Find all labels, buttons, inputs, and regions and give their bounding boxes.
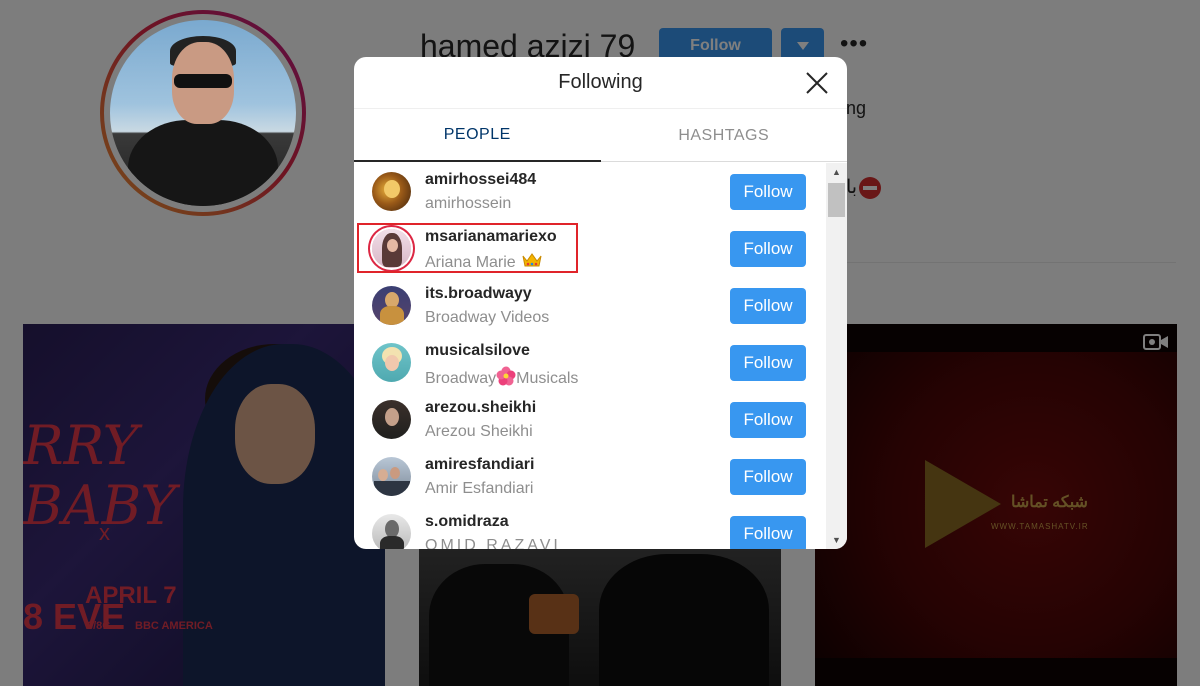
full-name-part-1: Broadway: [425, 370, 497, 387]
scroll-down-arrow-icon[interactable]: ▼: [826, 533, 847, 547]
profile-avatar[interactable]: [110, 20, 296, 206]
following-row[interactable]: msarianamariexo Ariana Marie Follow: [354, 220, 826, 277]
scroll-up-arrow-icon[interactable]: ▲: [826, 165, 847, 179]
modal-title: Following: [558, 71, 643, 93]
follow-button[interactable]: Follow: [730, 345, 806, 381]
username[interactable]: msarianamariexo: [425, 228, 557, 246]
full-name: amirhossein: [425, 195, 512, 212]
full-name-part-2: Musicals: [516, 370, 579, 387]
username[interactable]: musicalsilove: [425, 342, 530, 360]
full-name: Ariana Marie: [425, 252, 542, 272]
following-row[interactable]: s.omidraza OMID RAZAVI Follow: [354, 505, 826, 549]
tab-hashtags[interactable]: HASHTAGS: [601, 110, 848, 161]
follow-button[interactable]: Follow: [730, 231, 806, 267]
modal-tabs: PEOPLE HASHTAGS: [354, 110, 847, 162]
username[interactable]: amirhossei484: [425, 171, 536, 189]
hibiscus-emoji-icon: [496, 366, 516, 386]
following-list: amirhossei484 amirhossein Follow msarian…: [354, 163, 826, 549]
follow-button[interactable]: Follow: [730, 288, 806, 324]
full-name: Broadway Videos: [425, 309, 550, 326]
username[interactable]: its.broadwayy: [425, 285, 532, 303]
user-avatar[interactable]: [372, 229, 411, 268]
following-row[interactable]: amiresfandiari Amir Esfandiari Follow: [354, 448, 826, 505]
follow-button[interactable]: Follow: [730, 174, 806, 210]
modal-header: Following: [354, 57, 847, 109]
username[interactable]: s.omidraza: [425, 513, 509, 531]
full-name: OMID RAZAVI: [425, 537, 561, 549]
follow-button[interactable]: Follow: [730, 459, 806, 495]
user-avatar[interactable]: [372, 457, 411, 496]
user-avatar[interactable]: [372, 514, 411, 549]
user-avatar[interactable]: [372, 172, 411, 211]
crown-emoji-icon: [522, 253, 542, 267]
username[interactable]: amiresfandiari: [425, 456, 534, 474]
following-row[interactable]: its.broadwayy Broadway Videos Follow: [354, 277, 826, 334]
follow-button[interactable]: Follow: [730, 402, 806, 438]
following-modal: Following PEOPLE HASHTAGS amirhossei484 …: [354, 57, 847, 549]
follow-button[interactable]: Follow: [730, 516, 806, 549]
full-name-text: Ariana Marie: [425, 254, 516, 271]
full-name: Amir Esfandiari: [425, 480, 534, 497]
list-scrollbar[interactable]: ▲ ▼: [826, 163, 847, 549]
user-avatar[interactable]: [372, 343, 411, 382]
user-avatar[interactable]: [372, 400, 411, 439]
scroll-thumb[interactable]: [828, 183, 845, 217]
username[interactable]: arezou.sheikhi: [425, 399, 536, 417]
close-icon[interactable]: [803, 69, 831, 97]
following-row[interactable]: arezou.sheikhi Arezou Sheikhi Follow: [354, 391, 826, 448]
full-name: Arezou Sheikhi: [425, 423, 533, 440]
full-name: Broadway Musicals: [425, 366, 578, 388]
following-row[interactable]: musicalsilove Broadway Musicals Follow: [354, 334, 826, 391]
following-row[interactable]: amirhossei484 amirhossein Follow: [354, 163, 826, 220]
user-avatar[interactable]: [372, 286, 411, 325]
tab-people[interactable]: PEOPLE: [354, 110, 601, 162]
